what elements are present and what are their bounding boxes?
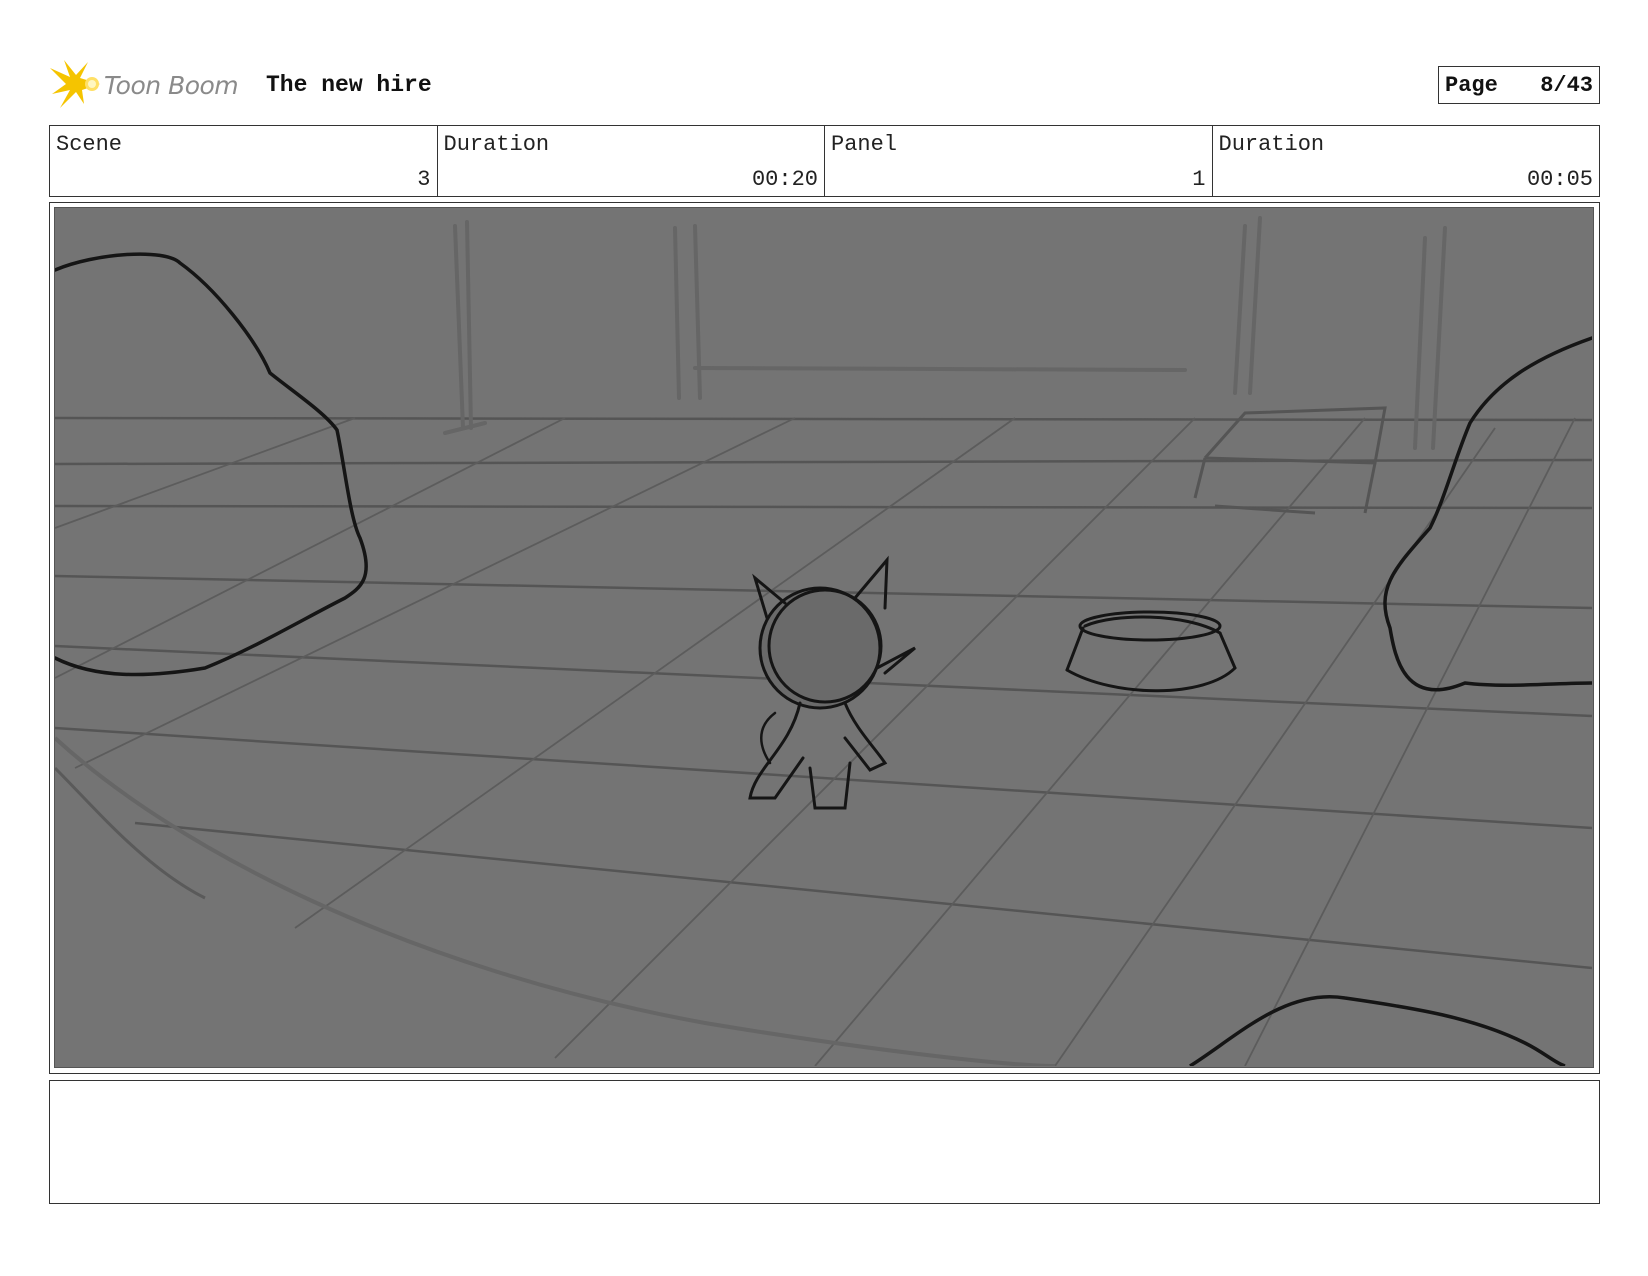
document-title: The new hire <box>266 72 432 98</box>
toon-boom-logo: Toon Boom <box>50 60 239 110</box>
food-bowl <box>1065 610 1237 693</box>
storyboard-panel-frame <box>49 202 1600 1074</box>
panel-duration-label: Duration <box>1218 132 1325 157</box>
action-notes-box <box>49 1080 1600 1204</box>
storyboard-sketch <box>54 207 1594 1068</box>
scene-value: 3 <box>417 167 431 192</box>
page-number: 8/43 <box>1540 72 1593 98</box>
scene-label: Scene <box>56 132 123 157</box>
panel-info-table: Scene 3 Duration 00:20 Panel 1 Duration … <box>49 125 1600 197</box>
panel-cell: Panel 1 <box>825 126 1213 196</box>
scene-duration-label: Duration <box>443 132 550 157</box>
sketch-drawing <box>55 216 1592 1066</box>
page-indicator: Page 8/43 <box>1438 66 1600 104</box>
page-label: Page <box>1445 72 1498 98</box>
page-header: Toon Boom The new hire Page 8/43 <box>50 58 1600 110</box>
scene-duration-value: 00:20 <box>751 167 818 192</box>
panel-duration-cell: Duration 00:05 <box>1213 126 1600 196</box>
scene-cell: Scene 3 <box>50 126 438 196</box>
panel-value: 1 <box>1192 167 1206 192</box>
panel-label: Panel <box>831 132 898 157</box>
brand-name: Toon Boom <box>104 70 239 100</box>
panel-duration-value: 00:05 <box>1526 167 1593 192</box>
starburst-icon <box>50 60 100 108</box>
scene-duration-cell: Duration 00:20 <box>438 126 825 196</box>
